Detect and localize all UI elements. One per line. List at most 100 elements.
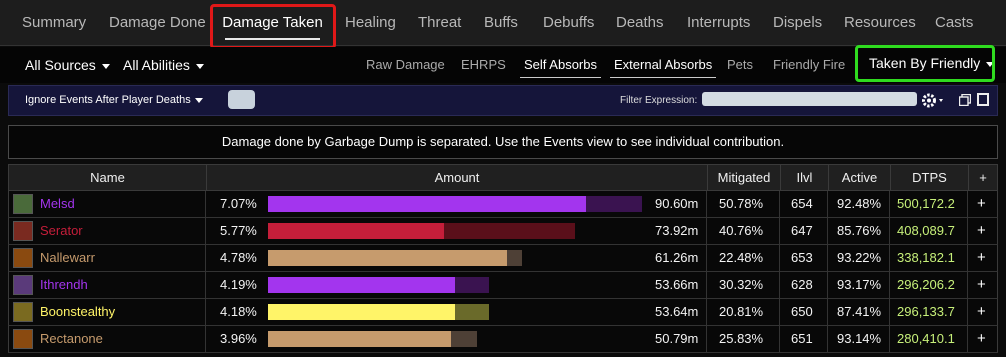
view-self-absorbs[interactable]: Self Absorbs [520, 47, 601, 83]
tab-deaths[interactable]: Deaths [616, 0, 664, 46]
filter-expression-input[interactable] [702, 92, 917, 106]
view-friendly-fire[interactable]: Friendly Fire [773, 47, 845, 83]
header-mitigated[interactable]: Mitigated [707, 165, 780, 190]
column-divider [779, 326, 780, 352]
view-underline [610, 77, 717, 78]
column-divider [967, 218, 968, 244]
abilities-dropdown[interactable]: All Abilities [123, 47, 204, 83]
tab-healing[interactable]: Healing [345, 0, 396, 46]
column-divider [889, 326, 890, 352]
class-avatar [13, 248, 33, 268]
tab-resources[interactable]: Resources [844, 0, 916, 46]
column-divider [205, 326, 206, 352]
ignore-events-toggle[interactable] [228, 90, 255, 109]
settings-dropdown[interactable] [921, 91, 949, 110]
header-ilvl[interactable]: Ilvl [780, 165, 828, 190]
view-self-absorbs-label: Self Absorbs [524, 57, 597, 72]
player-name[interactable]: Melsd [40, 191, 75, 217]
view-underline [520, 77, 601, 78]
amount-bar-fill [268, 196, 586, 212]
amount-value: 73.92m [655, 223, 699, 238]
tab-threat[interactable]: Threat [418, 0, 461, 46]
view-external-absorbs[interactable]: External Absorbs [610, 47, 717, 83]
mitigated-value: 30.32% [719, 277, 764, 292]
table-row[interactable]: Nallewarr 4.78% 61.26m 22.48% 653 93.22% 338,1… [8, 245, 998, 272]
row-expand-button[interactable]: + [977, 245, 986, 271]
header-amount[interactable]: Amount [206, 165, 707, 190]
row-expand-button[interactable]: + [977, 191, 986, 217]
amount-percent: 7.07% [220, 196, 257, 211]
view-pets[interactable]: Pets [727, 47, 753, 83]
table-row[interactable]: Ithrendh 4.19% 53.66m 30.32% 628 93.17% 296,20… [8, 272, 998, 299]
restore-window-icon[interactable] [959, 94, 971, 106]
table-row[interactable]: Serator 5.77% 73.92m 40.76% 647 85.76% 408,089… [8, 218, 998, 245]
row-expand-button[interactable]: + [977, 272, 986, 298]
abilities-dropdown-label: All Abilities [123, 57, 190, 73]
player-name[interactable]: Ithrendh [40, 272, 88, 298]
table-row[interactable]: Melsd 7.07% 90.60m 50.78% 654 92.48% 500,172.2… [8, 191, 998, 218]
view-raw-damage[interactable]: Raw Damage [366, 47, 445, 83]
header-dtps[interactable]: DTPS [890, 165, 968, 190]
header-name[interactable]: Name [9, 165, 206, 190]
chevron-down-icon [194, 97, 203, 103]
column-divider [706, 272, 707, 298]
view-ehrps[interactable]: EHRPS [461, 47, 506, 83]
player-name[interactable]: Nallewarr [40, 245, 95, 271]
header-active[interactable]: Active [828, 165, 890, 190]
column-divider [205, 299, 206, 325]
amount-percent: 5.77% [220, 223, 257, 238]
filter-expression-label: Filter Expression: [620, 95, 698, 106]
row-expand-button[interactable]: + [977, 326, 986, 352]
tab-damage-done[interactable]: Damage Done [109, 0, 206, 46]
mitigated-value: 20.81% [719, 304, 764, 319]
tab-dispels[interactable]: Dispels [773, 0, 822, 46]
amount-value: 53.66m [655, 277, 699, 292]
class-avatar [13, 194, 33, 214]
player-name[interactable]: Serator [40, 218, 83, 244]
column-divider [779, 245, 780, 271]
ignore-events-dropdown[interactable]: Ignore Events After Player Deaths [25, 86, 203, 115]
tab-bar: Summary Damage Done Damage Taken Healing… [0, 0, 1006, 46]
amount-percent: 4.18% [220, 304, 257, 319]
amount-bar-fill [268, 277, 455, 293]
maximize-window-icon[interactable] [977, 93, 989, 106]
ilvl-value: 628 [791, 277, 813, 292]
column-divider [205, 218, 206, 244]
table-row[interactable]: Rectanone 3.96% 50.79m 25.83% 651 93.14% 280,4… [8, 326, 998, 353]
player-name[interactable]: Rectanone [40, 326, 103, 352]
player-name[interactable]: Boonstealthy [40, 299, 115, 325]
ilvl-value: 647 [791, 223, 813, 238]
table-row[interactable]: Boonstealthy 4.18% 53.64m 20.81% 650 87.41% 29… [8, 299, 998, 326]
column-divider [889, 218, 890, 244]
header-add-column[interactable]: + [968, 165, 997, 190]
amount-bar-fill [268, 250, 507, 266]
column-divider [779, 191, 780, 217]
sources-dropdown[interactable]: All Sources [25, 47, 110, 83]
column-divider [827, 326, 828, 352]
column-divider [827, 218, 828, 244]
amount-value: 61.26m [655, 250, 699, 265]
tab-summary[interactable]: Summary [22, 0, 86, 46]
tab-debuffs[interactable]: Debuffs [543, 0, 594, 46]
amount-bar-fill [268, 304, 455, 320]
dtps-value: 408,089.7 [897, 223, 955, 238]
column-divider [779, 272, 780, 298]
dtps-value: 338,182.1 [897, 250, 955, 265]
tab-casts[interactable]: Casts [935, 0, 973, 46]
row-expand-button[interactable]: + [977, 299, 986, 325]
view-external-absorbs-label: External Absorbs [614, 57, 713, 72]
active-value: 92.48% [837, 196, 882, 211]
row-expand-button[interactable]: + [977, 218, 986, 244]
column-divider [706, 218, 707, 244]
tab-interrupts[interactable]: Interrupts [687, 0, 750, 46]
chevron-down-icon [195, 63, 204, 69]
mitigated-value: 40.76% [719, 223, 764, 238]
options-bar: Ignore Events After Player Deaths Filter… [8, 85, 998, 116]
dtps-value: 280,410.1 [897, 331, 955, 346]
amount-percent: 3.96% [220, 331, 257, 346]
highlight-box-damage-taken [210, 4, 336, 49]
tab-buffs[interactable]: Buffs [484, 0, 518, 46]
column-divider [827, 245, 828, 271]
dtps-value: 500,172.2 [897, 196, 955, 211]
amount-value: 53.64m [655, 304, 699, 319]
